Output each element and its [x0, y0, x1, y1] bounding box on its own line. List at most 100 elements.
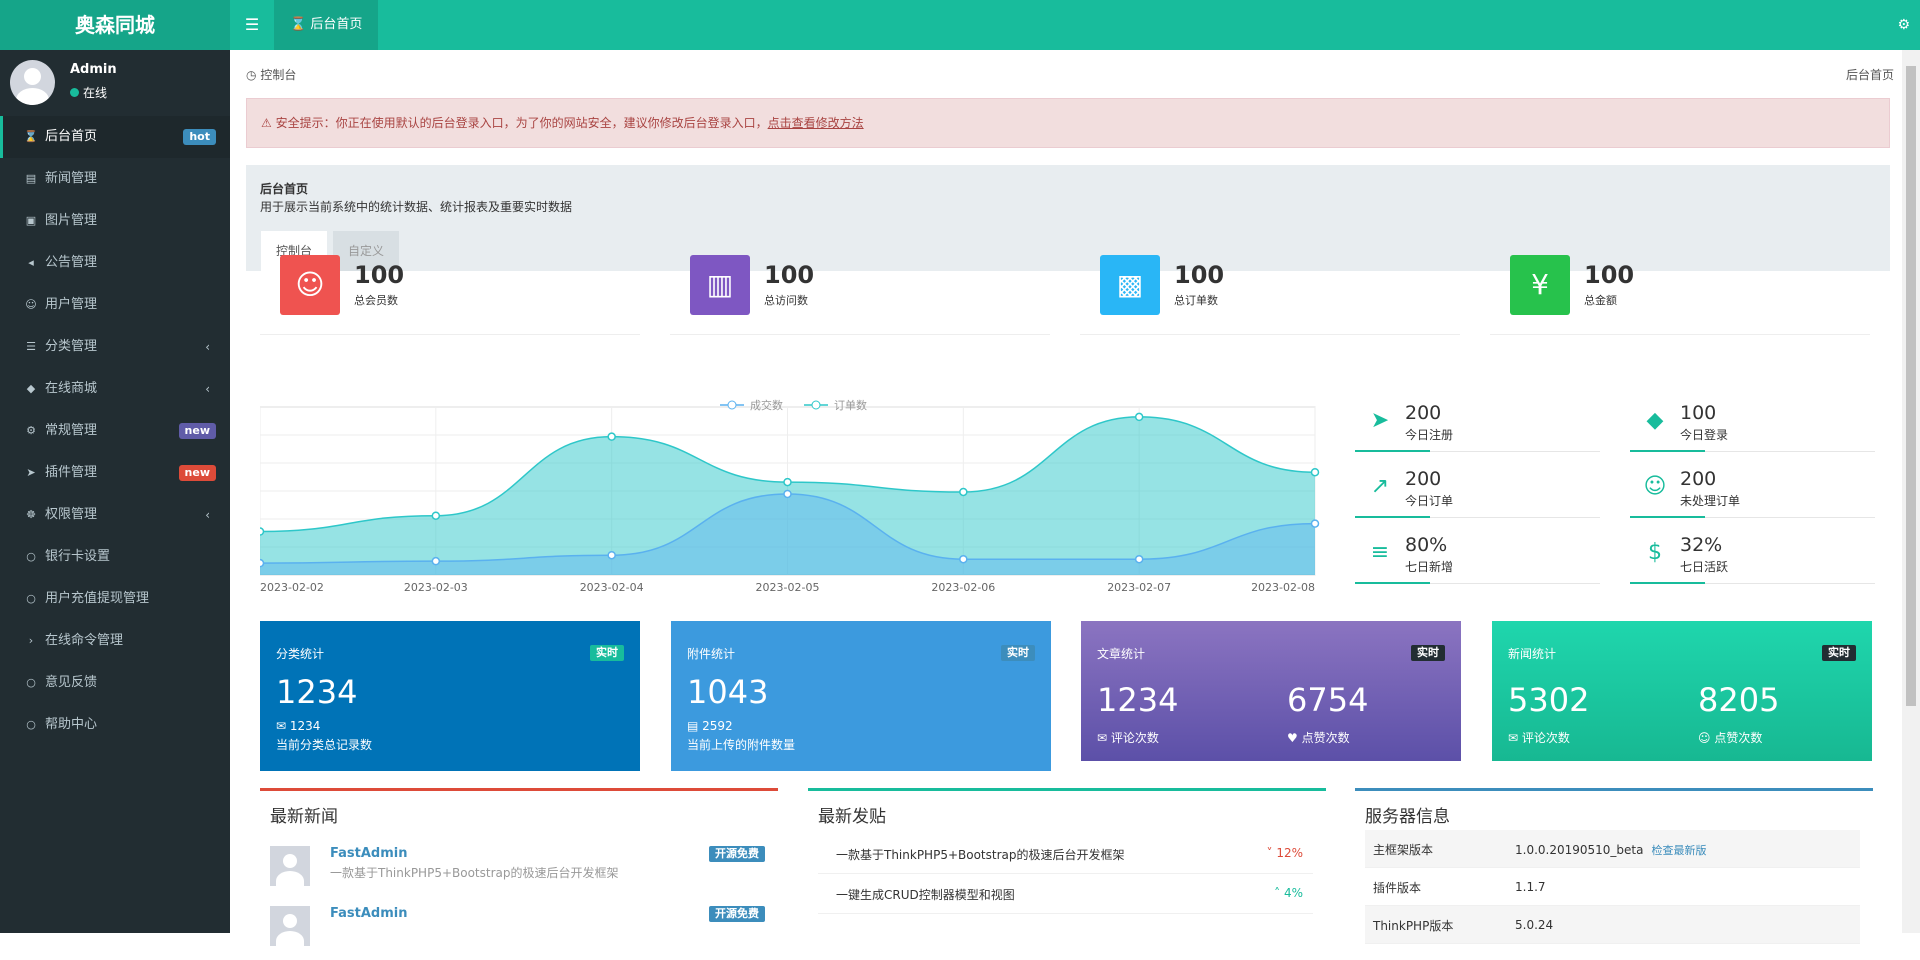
- sidebar-item[interactable]: ⌛ 后台首页 hot: [0, 116, 230, 158]
- data-point[interactable]: [431, 511, 441, 520]
- data-point[interactable]: [959, 554, 968, 564]
- breadcrumb[interactable]: ◷ 控制台: [246, 66, 296, 83]
- sidebar-item[interactable]: ➤ 插件管理 new: [0, 452, 230, 494]
- card-label-text: 点赞次数: [1301, 731, 1350, 745]
- post-title-link[interactable]: 一款基于ThinkPHP5+Bootstrap的极速后台开发框架: [836, 846, 1125, 863]
- data-point[interactable]: [783, 489, 792, 499]
- dashboard-icon: ◷: [246, 68, 257, 82]
- data-point[interactable]: [607, 432, 616, 441]
- gears-icon[interactable]: ⚙: [1897, 0, 1910, 50]
- sidebar-item-label: 用户管理: [45, 297, 98, 312]
- server-info-box: 服务器信息 主框架版本 1.0.0.20190510_beta 检查最新版 插件版本 1…: [1355, 788, 1873, 944]
- stat-value: 100: [764, 261, 815, 289]
- sidebar-item[interactable]: ◂ 公告管理: [0, 242, 230, 284]
- sidebar-item[interactable]: ○ 帮助中心: [0, 704, 230, 746]
- data-point[interactable]: [783, 477, 792, 487]
- data-point[interactable]: [260, 527, 265, 536]
- sidebar-item[interactable]: ◆ 在线商城 ‹: [0, 368, 230, 410]
- sidebar-badge: new: [178, 423, 216, 439]
- server-info-value-text: 5.0.24: [1515, 918, 1554, 932]
- stat-label: 总访问数: [764, 294, 808, 307]
- mini-stat-label: 今日登录: [1680, 428, 1729, 442]
- latest-posts-box: 最新发贴 一款基于ThinkPHP5+Bootstrap的极速后台开发框架 ˅ 1…: [808, 788, 1326, 933]
- mini-stat-bar: [1630, 450, 1705, 452]
- chevron-left-icon: ‹: [205, 382, 210, 396]
- alert-link[interactable]: 点击查看修改方法: [768, 116, 864, 130]
- server-info-key: ThinkPHP版本: [1373, 919, 1454, 933]
- server-info-value: 5.0.24: [1515, 918, 1553, 932]
- post-item[interactable]: 一键生成CRUD控制器模型和视图 ˄ 4%: [818, 874, 1313, 914]
- x-tick-label: 2023-02-05: [756, 581, 820, 594]
- mini-stat-value: 200: [1680, 468, 1717, 490]
- sidebar-item[interactable]: ○ 银行卡设置: [0, 536, 230, 578]
- card-sub: ✉ 1234: [276, 719, 320, 733]
- data-point[interactable]: [959, 487, 968, 497]
- server-info-value-text: 1.0.0.20190510_beta: [1515, 843, 1644, 857]
- latest-news-box: 最新新闻 FastAdmin 一款基于ThinkPHP5+Bootstrap的极速…: [260, 788, 778, 946]
- data-point[interactable]: [607, 550, 616, 560]
- card-label: ✉ 评论次数: [1097, 729, 1159, 746]
- list-alt-icon: ≡: [1370, 540, 1390, 565]
- news-title-link[interactable]: FastAdmin: [330, 906, 407, 921]
- sidebar-item[interactable]: ○ 意见反馈: [0, 662, 230, 704]
- volume-icon: ◂: [28, 256, 34, 269]
- brand-logo[interactable]: 奥森同城: [0, 0, 230, 50]
- realtime-badge: 实时: [590, 645, 624, 661]
- scrollbar-thumb[interactable]: [1906, 66, 1916, 706]
- avatar[interactable]: [10, 60, 55, 105]
- sidebar-item[interactable]: › 在线命令管理: [0, 620, 230, 662]
- post-title-link[interactable]: 一键生成CRUD控制器模型和视图: [836, 886, 1015, 903]
- sidebar-item[interactable]: ⚙ 常规管理 new: [0, 410, 230, 452]
- news-thumbnail: [270, 846, 310, 886]
- legend-label[interactable]: 订单数: [834, 399, 867, 412]
- sidebar-item[interactable]: ▤ 新闻管理: [0, 158, 230, 200]
- file-icon: ▤: [687, 719, 703, 733]
- sidebar-item[interactable]: ○ 用户充值提现管理: [0, 578, 230, 620]
- post-item[interactable]: 一款基于ThinkPHP5+Bootstrap的极速后台开发框架 ˅ 12%: [818, 834, 1313, 874]
- card-title: 文章统计: [1097, 647, 1146, 661]
- sidebar-item[interactable]: ▣ 图片管理: [0, 200, 230, 242]
- legend-label[interactable]: 成交数: [750, 398, 783, 412]
- post-percent-value: 12%: [1276, 846, 1303, 860]
- chevron-left-icon: ‹: [205, 340, 210, 354]
- sidebar-item[interactable]: ☸ 权限管理 ‹: [0, 494, 230, 536]
- mini-stat-value: 32%: [1680, 534, 1723, 556]
- tab-dashboard[interactable]: ⌛ 后台首页: [274, 0, 379, 50]
- heart-icon: ♥: [1287, 731, 1302, 745]
- card-label: ✉ 评论次数: [1508, 729, 1570, 746]
- sidebar-toggle-button[interactable]: ☰: [230, 0, 274, 50]
- sidebar-item-label: 用户充值提现管理: [45, 591, 150, 606]
- mini-stat-bar: [1630, 516, 1705, 518]
- card-value: 1234: [276, 673, 358, 711]
- news-item[interactable]: FastAdmin 开源免费: [270, 900, 765, 960]
- mini-stat: ☺ 200 未处理订单: [1630, 466, 1875, 518]
- news-title-link[interactable]: FastAdmin: [330, 846, 407, 861]
- comment-icon: ✉: [276, 719, 290, 733]
- hourglass-icon: ⌛: [290, 17, 307, 32]
- circle-icon: ○: [26, 550, 36, 563]
- user-status-label: 在线: [83, 86, 108, 100]
- news-item[interactable]: FastAdmin 一款基于ThinkPHP5+Bootstrap的极速后台开发框…: [270, 840, 765, 900]
- sidebar-item[interactable]: ☰ 分类管理 ‹: [0, 326, 230, 368]
- data-point[interactable]: [1134, 412, 1144, 422]
- news-thumbnail: [270, 906, 310, 946]
- hamburger-icon: ☰: [244, 15, 260, 34]
- stat-box: ¥100 总金额: [1490, 255, 1870, 335]
- latest-posts-title: 最新发贴: [818, 807, 886, 827]
- comment-icon: ✉: [1097, 731, 1111, 745]
- sidebar-item[interactable]: ☺ 用户管理: [0, 284, 230, 326]
- online-dot-icon: [70, 88, 79, 97]
- users-icon: ☺: [25, 298, 37, 311]
- data-point[interactable]: [1310, 467, 1320, 477]
- check-update-link[interactable]: 检查最新版: [1651, 844, 1706, 857]
- data-point[interactable]: [260, 558, 265, 568]
- data-point[interactable]: [1310, 519, 1320, 528]
- mini-stat: ≡ 80% 七日新增: [1355, 532, 1600, 584]
- page-scrollbar[interactable]: [1902, 50, 1920, 933]
- realtime-badge: 实时: [1411, 645, 1445, 661]
- data-point[interactable]: [1134, 554, 1144, 564]
- warning-icon: ⚠: [261, 116, 272, 130]
- mini-stat-label: 今日注册: [1405, 428, 1454, 442]
- cart-icon: ◆: [26, 382, 36, 395]
- data-point[interactable]: [431, 556, 441, 566]
